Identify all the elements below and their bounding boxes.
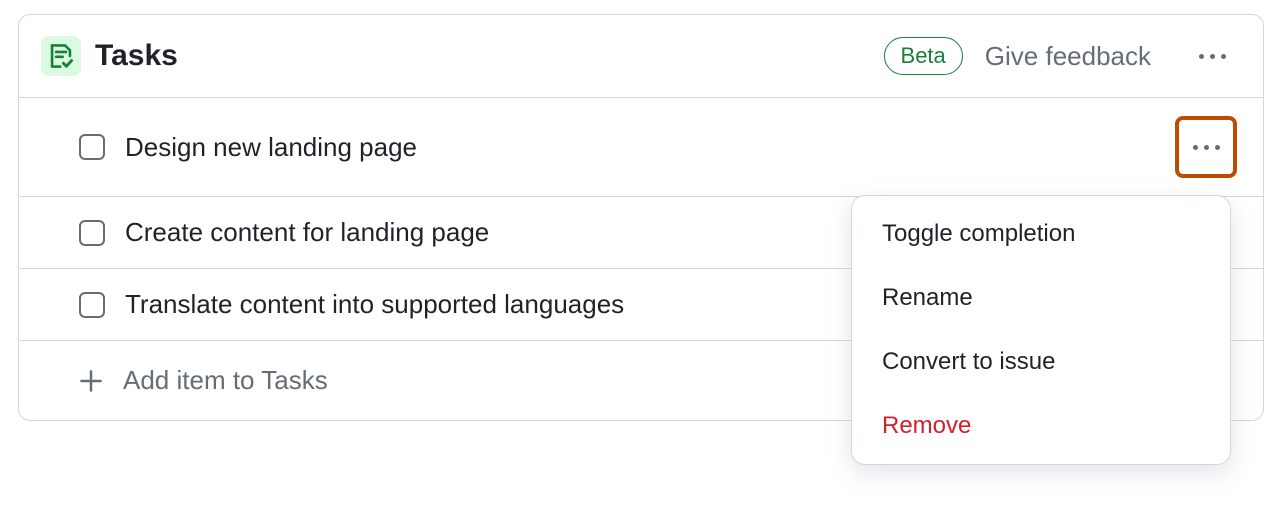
menu-rename[interactable]: Rename (852, 266, 1230, 330)
give-feedback-link[interactable]: Give feedback (985, 41, 1151, 72)
menu-toggle-completion[interactable]: Toggle completion (852, 202, 1230, 266)
plus-icon (79, 369, 103, 393)
card-options-button[interactable] (1189, 33, 1235, 79)
task-checkbox[interactable] (79, 134, 105, 160)
menu-convert-to-issue[interactable]: Convert to issue (852, 330, 1230, 394)
task-row[interactable]: Design new landing page (19, 97, 1263, 196)
page-title: Tasks (95, 39, 884, 73)
kebab-icon (1199, 54, 1226, 59)
task-context-menu: Toggle completion Rename Convert to issu… (851, 195, 1231, 465)
tasks-card: Tasks Beta Give feedback Design new land… (18, 14, 1264, 421)
menu-remove[interactable]: Remove (852, 394, 1230, 458)
kebab-icon (1193, 145, 1220, 150)
beta-badge: Beta (884, 37, 963, 75)
card-header: Tasks Beta Give feedback (19, 15, 1263, 97)
task-checkbox[interactable] (79, 292, 105, 318)
task-options-button[interactable] (1177, 118, 1235, 176)
add-item-label: Add item to Tasks (123, 365, 328, 396)
task-title: Design new landing page (125, 132, 1177, 163)
tasks-icon (41, 36, 81, 76)
task-checkbox[interactable] (79, 220, 105, 246)
